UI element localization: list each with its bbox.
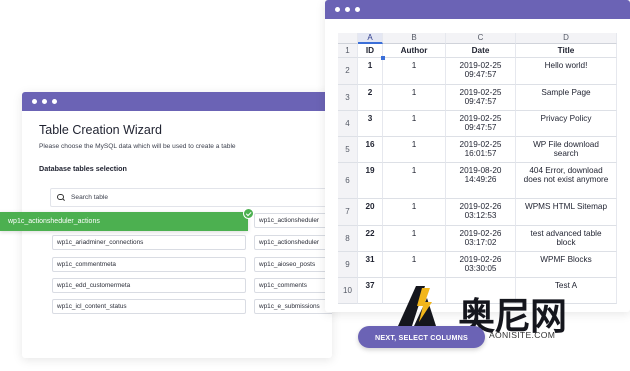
wizard-titlebar bbox=[22, 92, 332, 111]
window-dot-icon bbox=[335, 7, 340, 12]
table-cell[interactable]: 22 bbox=[358, 226, 383, 252]
table-cell[interactable]: test advanced table block bbox=[516, 226, 617, 252]
table-cell[interactable]: 3 bbox=[358, 111, 383, 137]
table-cell[interactable]: 2019-08-20 14:49:26 bbox=[446, 163, 516, 199]
wizard-subtitle: Please choose the MySQL data which will … bbox=[39, 143, 236, 150]
sheet-corner[interactable] bbox=[338, 33, 358, 44]
table-cell[interactable]: 20 bbox=[358, 199, 383, 226]
table-cell[interactable]: Sample Page bbox=[516, 85, 617, 111]
window-dot-icon bbox=[345, 7, 350, 12]
wizard-title: Table Creation Wizard bbox=[39, 123, 162, 137]
table-cell[interactable]: 1 bbox=[383, 137, 446, 163]
header-cell[interactable]: Title bbox=[516, 44, 617, 58]
table-cell[interactable]: 2019-02-26 03:12:53 bbox=[446, 199, 516, 226]
header-cell[interactable]: Date bbox=[446, 44, 516, 58]
table-cell[interactable]: WP File download search bbox=[516, 137, 617, 163]
spreadsheet-preview-window: A B C D 1 ID Author Date Title 2 1 1 2019-02-25 09:4… bbox=[325, 0, 630, 312]
table-item[interactable]: wp1c_commentmeta bbox=[52, 257, 246, 272]
row-header[interactable]: 5 bbox=[338, 137, 358, 163]
table-cell[interactable]: 19 bbox=[358, 163, 383, 199]
table-item[interactable]: wp1c_actionsheduler bbox=[254, 213, 332, 228]
table-cell[interactable]: WPMS HTML Sitemap bbox=[516, 199, 617, 226]
row-header[interactable]: 2 bbox=[338, 58, 358, 85]
row-header[interactable]: 10 bbox=[338, 278, 358, 304]
table-cell[interactable]: Hello world! bbox=[516, 58, 617, 85]
row-header[interactable]: 8 bbox=[338, 226, 358, 252]
row-header[interactable]: 6 bbox=[338, 163, 358, 199]
table-cell[interactable]: 16 bbox=[358, 137, 383, 163]
section-heading: Database tables selection bbox=[39, 164, 127, 173]
table-cell[interactable]: 2 bbox=[358, 85, 383, 111]
table-item[interactable]: wp1c_edd_customermeta bbox=[52, 278, 246, 293]
table-cell[interactable]: 1 bbox=[358, 58, 383, 85]
checkmark-icon bbox=[243, 208, 254, 219]
table-cell[interactable]: 2019-02-26 03:17:02 bbox=[446, 226, 516, 252]
table-cell[interactable]: 2019-02-25 09:47:57 bbox=[446, 111, 516, 137]
table-item[interactable]: wp1c_ariadminer_connections bbox=[52, 235, 246, 250]
watermark-url: AONISITE.COM bbox=[489, 330, 556, 340]
window-dot-icon bbox=[42, 99, 47, 104]
column-header-d[interactable]: D bbox=[516, 33, 617, 44]
table-cell[interactable]: 404 Error, download does not exist anymo… bbox=[516, 163, 617, 199]
table-cell[interactable]: 1 bbox=[383, 252, 446, 278]
selected-table-item[interactable]: wp1c_actionsheduler_actions bbox=[0, 212, 248, 231]
selection-handle[interactable] bbox=[381, 56, 385, 60]
row-header[interactable]: 1 bbox=[338, 44, 358, 58]
table-cell[interactable]: 37 bbox=[358, 278, 383, 304]
search-table-input[interactable]: Search table bbox=[50, 188, 332, 207]
search-icon bbox=[57, 193, 65, 202]
row-header[interactable]: 7 bbox=[338, 199, 358, 226]
table-cell[interactable]: 2019-02-25 16:01:57 bbox=[446, 137, 516, 163]
table-cell[interactable]: 31 bbox=[358, 252, 383, 278]
table-item[interactable]: wp1c_comments bbox=[254, 278, 332, 293]
table-cell[interactable]: 2019-02-25 09:47:57 bbox=[446, 58, 516, 85]
window-dot-icon bbox=[52, 99, 57, 104]
header-cell[interactable]: ID bbox=[358, 44, 383, 58]
table-cell[interactable]: 1 bbox=[383, 199, 446, 226]
column-header-b[interactable]: B bbox=[383, 33, 446, 44]
table-cell[interactable]: WPMF Blocks bbox=[516, 252, 617, 278]
table-cell[interactable]: 2019-02-25 09:47:57 bbox=[446, 85, 516, 111]
next-select-columns-button[interactable]: NEXT, SELECT COLUMNS bbox=[358, 326, 485, 348]
table-cell[interactable]: 2019-02-26 03:30:05 bbox=[446, 252, 516, 278]
table-cell[interactable]: 1 bbox=[383, 163, 446, 199]
window-dot-icon bbox=[32, 99, 37, 104]
table-cell[interactable]: Privacy Policy bbox=[516, 111, 617, 137]
search-placeholder: Search table bbox=[71, 194, 109, 201]
column-header-a[interactable]: A bbox=[358, 33, 383, 44]
table-item[interactable]: wp1c_actionsheduler bbox=[254, 235, 332, 250]
table-item[interactable]: wp1c_e_submissions bbox=[254, 299, 332, 314]
window-dot-icon bbox=[355, 7, 360, 12]
row-header[interactable]: 4 bbox=[338, 111, 358, 137]
table-cell[interactable]: 1 bbox=[383, 58, 446, 85]
table-item[interactable]: wp1c_aioseo_posts bbox=[254, 257, 332, 272]
table-cell[interactable]: 1 bbox=[383, 85, 446, 111]
sheet-titlebar bbox=[325, 0, 630, 19]
column-header-c[interactable]: C bbox=[446, 33, 516, 44]
table-item[interactable]: wp1c_icl_content_status bbox=[52, 299, 246, 314]
row-header[interactable]: 3 bbox=[338, 85, 358, 111]
table-cell[interactable]: 1 bbox=[383, 111, 446, 137]
row-header[interactable]: 9 bbox=[338, 252, 358, 278]
table-cell[interactable]: 1 bbox=[383, 226, 446, 252]
header-cell[interactable]: Author bbox=[383, 44, 446, 58]
